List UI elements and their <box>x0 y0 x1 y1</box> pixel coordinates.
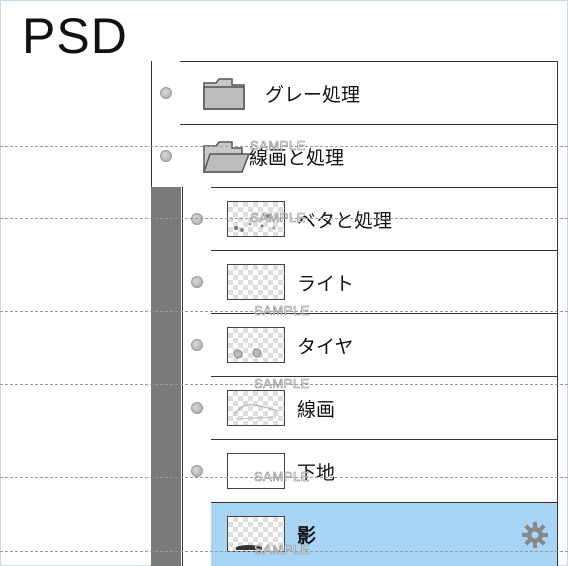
group-indent <box>151 502 181 566</box>
visibility-toggle[interactable] <box>182 187 212 251</box>
eye-icon <box>191 213 203 225</box>
thumbnail-lines <box>233 404 279 420</box>
layer-name: グレー処理 <box>265 84 361 106</box>
layer-row-gray-process[interactable]: グレー処理 <box>151 61 558 125</box>
eye-icon <box>191 339 203 351</box>
eye-icon <box>160 87 172 99</box>
layer-row-lineart[interactable]: 線画 <box>151 376 558 440</box>
watermark-text: SAMPLE <box>254 469 310 485</box>
eye-icon <box>191 402 203 414</box>
gear-icon[interactable] <box>521 521 549 549</box>
watermark-text: SAMPLE <box>250 138 306 154</box>
visibility-toggle[interactable] <box>151 124 181 188</box>
layer-row-lineart-group[interactable]: 線画と処理 <box>151 124 558 188</box>
visibility-toggle[interactable] <box>182 502 212 566</box>
watermark-text: SAMPLE <box>254 376 310 392</box>
group-indent <box>151 250 181 314</box>
watermark-text: SAMPLE <box>254 303 310 319</box>
visibility-toggle[interactable] <box>182 376 212 440</box>
layer-row-tire[interactable]: タイヤ <box>151 313 558 377</box>
group-indent <box>151 439 181 503</box>
layer-row-fill-process[interactable]: ベタと処理 <box>151 187 558 251</box>
watermark-text: SAMPLE <box>254 542 310 558</box>
layer-thumbnail <box>227 390 285 426</box>
layer-thumbnail <box>227 327 285 363</box>
layer-row-base[interactable]: 下地 <box>151 439 558 503</box>
eye-icon <box>191 465 203 477</box>
layers-panel: グレー処理 線画と処理 ベタと処理 ライト タイヤ 線画 下地 影 <box>151 61 558 566</box>
visibility-toggle[interactable] <box>182 250 212 314</box>
group-indent <box>151 313 181 377</box>
layer-row-shadow[interactable]: 影 <box>151 502 558 566</box>
page-title: PSD <box>22 8 128 64</box>
visibility-toggle[interactable] <box>182 439 212 503</box>
visibility-toggle[interactable] <box>151 61 181 125</box>
folder-closed-icon <box>203 78 245 110</box>
layer-name: 線画と処理 <box>249 147 345 169</box>
eye-icon <box>160 150 172 162</box>
thumbnail-tires <box>233 348 262 359</box>
watermark-text: SAMPLE <box>250 210 306 226</box>
layer-row-light[interactable]: ライト <box>151 250 558 314</box>
group-indent <box>151 187 181 251</box>
layer-name: ベタと処理 <box>297 210 393 232</box>
group-indent <box>151 376 181 440</box>
layer-name: タイヤ <box>297 336 354 358</box>
visibility-toggle[interactable] <box>182 313 212 377</box>
layer-thumbnail <box>227 264 285 300</box>
eye-icon <box>191 276 203 288</box>
